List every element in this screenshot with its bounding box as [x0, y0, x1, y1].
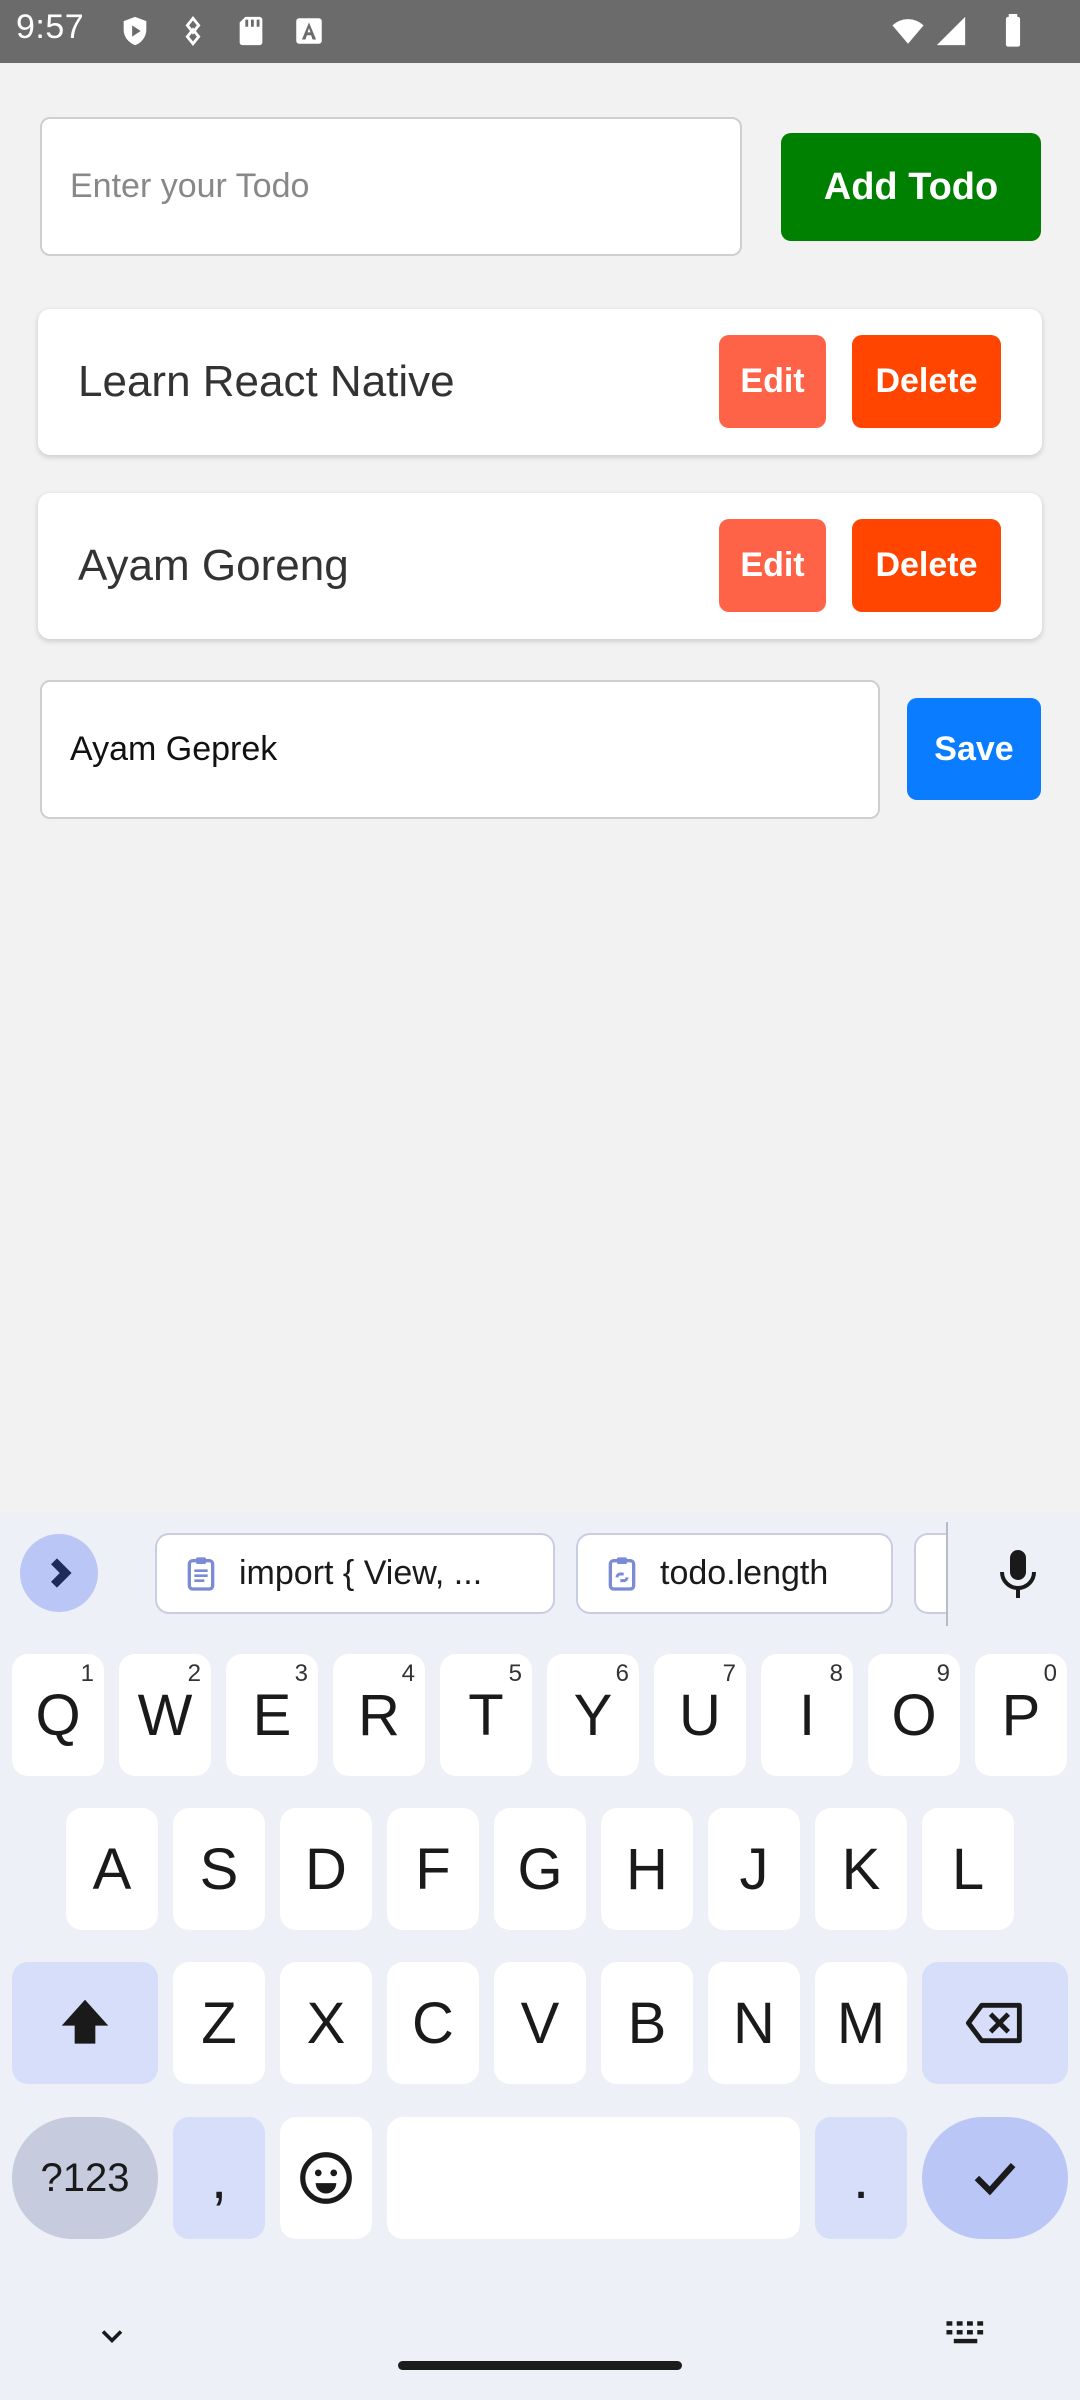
edit-button[interactable]: Edit [719, 519, 826, 612]
todo-input-placeholder: Enter your Todo [70, 167, 310, 205]
hide-keyboard-chevron-icon[interactable] [94, 2318, 130, 2354]
key-label: Q [35, 1682, 81, 1748]
expand-suggestions-button[interactable] [20, 1534, 98, 1612]
key-p[interactable]: P0 [975, 1654, 1067, 1776]
key-hint: 3 [294, 1660, 308, 1687]
enter-key[interactable] [922, 2117, 1068, 2239]
key-m[interactable]: M [815, 1962, 907, 2084]
edit-button[interactable]: Edit [719, 335, 826, 428]
add-todo-button[interactable]: Add Todo [781, 133, 1041, 241]
wifi-icon [891, 14, 925, 48]
clipboard-icon [187, 1556, 215, 1591]
todo-input[interactable]: Enter your Todo [40, 117, 742, 256]
clipboard-suggestion-chip[interactable]: import { View, ... [155, 1533, 555, 1614]
todo-item: Learn React Native Edit Delete [38, 309, 1042, 455]
key-n[interactable]: N [708, 1962, 800, 2084]
key-hint: 9 [936, 1660, 950, 1687]
shift-key[interactable] [12, 1962, 158, 2084]
symbols-key[interactable]: ?123 [12, 2117, 158, 2239]
microphone-icon [1000, 1550, 1036, 1598]
key-hint: 5 [508, 1660, 522, 1687]
key-label: I [798, 1682, 816, 1748]
key-x[interactable]: X [280, 1962, 372, 2084]
key-u[interactable]: U7 [654, 1654, 746, 1776]
key-label: Y [573, 1682, 613, 1748]
sd-card-icon [234, 14, 268, 48]
font-a-icon [292, 14, 326, 48]
clipboard-suggestion-chip[interactable]: todo.length [576, 1533, 893, 1614]
checkmark-icon [974, 2163, 1016, 2196]
key-c[interactable]: C [387, 1962, 479, 2084]
period-key[interactable]: . [815, 2117, 907, 2239]
backspace-icon [965, 2002, 1022, 2044]
key-label: E [252, 1682, 292, 1748]
battery-icon [1000, 14, 1026, 48]
key-label: O [891, 1682, 937, 1748]
status-time: 9:57 [16, 8, 85, 46]
suggestion-divider [946, 1522, 948, 1626]
todo-item-title: Learn React Native [78, 357, 455, 406]
key-label: T [468, 1682, 504, 1748]
clipboard-suggestion-chip-partial[interactable] [914, 1533, 948, 1614]
key-z[interactable]: Z [173, 1962, 265, 2084]
key-w[interactable]: W2 [119, 1654, 211, 1776]
key-l[interactable]: L [922, 1808, 1014, 1930]
delete-button[interactable]: Delete [852, 519, 1001, 612]
key-label: R [358, 1682, 400, 1748]
key-hint: 1 [80, 1660, 94, 1687]
key-d[interactable]: D [280, 1808, 372, 1930]
key-hint: 6 [615, 1660, 629, 1687]
key-i[interactable]: I8 [761, 1654, 853, 1776]
key-h[interactable]: H [601, 1808, 693, 1930]
keyboard-switch-icon[interactable] [945, 2318, 989, 2348]
key-label: P [1001, 1682, 1041, 1748]
todo-item-title: Ayam Goreng [78, 541, 349, 590]
key-hint: 7 [722, 1660, 736, 1687]
key-a[interactable]: A [66, 1808, 158, 1930]
key-t[interactable]: T5 [440, 1654, 532, 1776]
suggestion-text: import { View, ... [239, 1554, 483, 1592]
key-e[interactable]: E3 [226, 1654, 318, 1776]
emoji-key[interactable] [280, 2117, 372, 2239]
key-q[interactable]: Q1 [12, 1654, 104, 1776]
key-j[interactable]: J [708, 1808, 800, 1930]
signal-icon [934, 14, 968, 48]
microphone-button[interactable] [990, 1541, 1046, 1607]
delete-button[interactable]: Delete [852, 335, 1001, 428]
backspace-key[interactable] [922, 1962, 1068, 2084]
edit-todo-input[interactable]: Ayam Geprek [40, 680, 880, 819]
key-o[interactable]: O9 [868, 1654, 960, 1776]
key-f[interactable]: F [387, 1808, 479, 1930]
key-g[interactable]: G [494, 1808, 586, 1930]
suggestion-text: todo.length [660, 1554, 829, 1592]
key-hint: 0 [1043, 1660, 1057, 1687]
nfc-icon [176, 14, 210, 48]
key-label: W [137, 1682, 193, 1748]
todo-item: Ayam Goreng Edit Delete [38, 493, 1042, 639]
key-s[interactable]: S [173, 1808, 265, 1930]
chevron-right-icon [51, 1558, 72, 1588]
edit-todo-value: Ayam Geprek [70, 730, 278, 768]
shift-arrow-icon [61, 1999, 109, 2044]
emoji-smile-icon [300, 2152, 352, 2204]
key-hint: 8 [829, 1660, 843, 1687]
space-key[interactable] [387, 2117, 800, 2239]
comma-key[interactable]: , [173, 2117, 265, 2239]
key-hint: 2 [187, 1660, 201, 1687]
save-button[interactable]: Save [907, 698, 1041, 800]
clipboard-link-icon [608, 1556, 636, 1591]
key-hint: 4 [401, 1660, 415, 1687]
key-k[interactable]: K [815, 1808, 907, 1930]
key-label: U [679, 1682, 721, 1748]
status-bar: 9:57 [0, 0, 1080, 63]
shield-play-icon [118, 14, 152, 48]
gesture-nav-handle[interactable] [398, 2361, 682, 2370]
key-y[interactable]: Y6 [547, 1654, 639, 1776]
key-b[interactable]: B [601, 1962, 693, 2084]
key-v[interactable]: V [494, 1962, 586, 2084]
key-r[interactable]: R4 [333, 1654, 425, 1776]
soft-keyboard [0, 1512, 1080, 2400]
